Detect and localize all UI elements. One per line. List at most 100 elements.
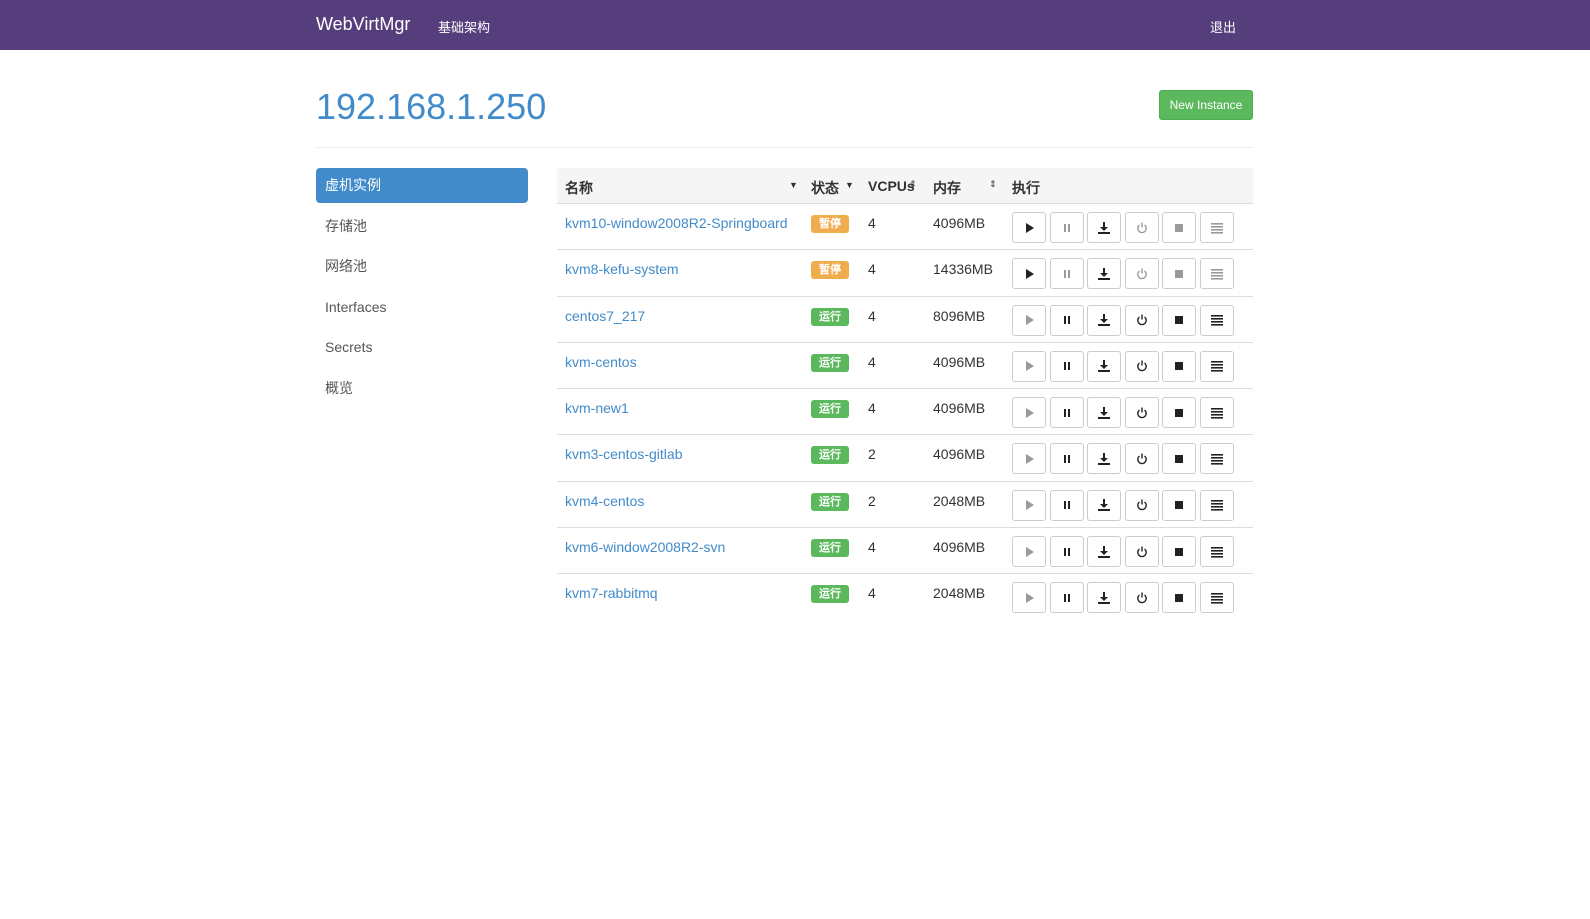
download-button[interactable] [1087,212,1121,243]
pause-button[interactable] [1049,536,1084,568]
power-button[interactable] [1124,212,1159,243]
instance-name-link[interactable]: kvm10-window2008R2-Springboard [565,215,788,231]
play-button[interactable] [1012,489,1046,521]
play-icon [1026,546,1034,557]
menu-button[interactable] [1199,536,1234,568]
stop-button[interactable] [1162,397,1196,429]
header-memory[interactable]: 内存 [933,178,961,198]
instance-name-link[interactable]: kvm4-centos [565,493,644,509]
table-row: kvm3-centos-gitlab 运行 2 4096MB [557,435,1253,482]
stop-icon [1175,593,1183,602]
sidebar-item-4[interactable]: Secrets [316,330,528,365]
stop-button[interactable] [1162,212,1196,243]
power-button[interactable] [1124,443,1159,475]
play-button[interactable] [1012,397,1046,429]
menu-button[interactable] [1199,350,1234,382]
brand-logo[interactable]: WebVirtMgr [316,14,410,35]
sidebar-item-3[interactable]: Interfaces [316,290,528,325]
menu-button[interactable] [1199,443,1234,475]
memory-value: 14336MB [933,261,993,278]
pause-button[interactable] [1049,397,1084,429]
instance-name-link[interactable]: kvm7-rabbitmq [565,585,658,601]
sidebar-item-1[interactable]: 存储池 [316,209,528,244]
sort-desc-icon[interactable]: ▼ [789,180,798,190]
download-button[interactable] [1087,443,1121,475]
header-status[interactable]: 状态 [811,178,839,198]
play-button[interactable] [1012,212,1046,243]
sort-both-icon[interactable]: ⇕ [989,179,997,190]
power-button[interactable] [1124,258,1159,290]
vcpu-value: 4 [868,539,876,556]
pause-button[interactable] [1049,582,1084,614]
download-button[interactable] [1087,536,1121,568]
download-button[interactable] [1087,258,1121,290]
play-button[interactable] [1012,350,1046,382]
sort-both-icon[interactable]: ⇕ [909,179,917,190]
power-button[interactable] [1124,489,1159,521]
nav-logout-link[interactable]: 退出 [1210,17,1236,36]
menu-button[interactable] [1199,397,1234,429]
instance-name-link[interactable]: kvm6-window2008R2-svn [565,539,725,555]
stop-icon [1175,223,1183,232]
new-instance-button[interactable]: New Instance [1159,90,1253,120]
stop-button[interactable] [1162,536,1196,568]
stop-button[interactable] [1162,489,1196,521]
sidebar-item-5[interactable]: 概览 [316,371,528,406]
stop-button[interactable] [1162,304,1196,336]
instance-name-link[interactable]: kvm8-kefu-system [565,261,679,277]
instance-name-link[interactable]: kvm3-centos-gitlab [565,446,683,462]
sidebar-item-2[interactable]: 网络池 [316,249,528,284]
play-button[interactable] [1012,536,1046,568]
download-button[interactable] [1087,350,1121,382]
stop-button[interactable] [1162,350,1196,382]
instance-name-link[interactable]: kvm-new1 [565,400,629,416]
power-button[interactable] [1124,397,1159,429]
top-navbar: WebVirtMgr 基础架构 退出 [0,0,1590,50]
power-icon [1136,499,1147,511]
play-button[interactable] [1012,258,1046,290]
stop-button[interactable] [1162,258,1196,290]
pause-icon [1063,316,1070,325]
play-icon [1026,268,1034,279]
pause-button[interactable] [1049,304,1084,336]
stop-button[interactable] [1162,443,1196,475]
power-button[interactable] [1124,536,1159,568]
download-icon [1098,314,1110,327]
menu-button[interactable] [1199,582,1234,614]
sort-desc-icon[interactable]: ▼ [845,180,854,190]
nav-infrastructure-link[interactable]: 基础架构 [438,17,490,36]
download-button[interactable] [1087,304,1121,336]
pause-button[interactable] [1049,212,1084,243]
power-button[interactable] [1124,582,1159,614]
pause-button[interactable] [1049,258,1084,290]
play-button[interactable] [1012,582,1046,614]
play-button[interactable] [1012,304,1046,336]
instances-table: 名称 ▼ 状态 ▼ VCPUs ⇕ 内存 ⇕ 执行 kvm10-window20… [557,168,1253,621]
pause-button[interactable] [1049,489,1084,521]
header-vcpu[interactable]: VCPUs [868,178,915,194]
download-button[interactable] [1087,582,1121,614]
menu-button[interactable] [1199,212,1234,243]
stop-button[interactable] [1162,582,1196,614]
download-button[interactable] [1087,397,1121,429]
power-button[interactable] [1124,304,1159,336]
power-icon [1136,592,1147,604]
play-icon [1026,222,1034,233]
pause-button[interactable] [1049,443,1084,475]
download-button[interactable] [1087,489,1121,521]
instance-name-link[interactable]: kvm-centos [565,354,637,370]
power-button[interactable] [1124,350,1159,382]
menu-button[interactable] [1199,304,1234,336]
pause-button[interactable] [1049,350,1084,382]
menu-button[interactable] [1199,258,1234,290]
status-badge: 运行 [811,539,849,558]
play-button[interactable] [1012,443,1046,475]
instance-name-link[interactable]: centos7_217 [565,308,645,324]
status-badge: 运行 [811,353,849,372]
sidebar-item-0[interactable]: 虚机实例 [316,168,528,203]
menu-button[interactable] [1199,489,1234,521]
power-icon [1136,360,1147,372]
header-name[interactable]: 名称 [565,178,593,198]
table-row: kvm8-kefu-system 暂停 4 14336MB [557,250,1253,297]
memory-value: 4096MB [933,400,986,417]
